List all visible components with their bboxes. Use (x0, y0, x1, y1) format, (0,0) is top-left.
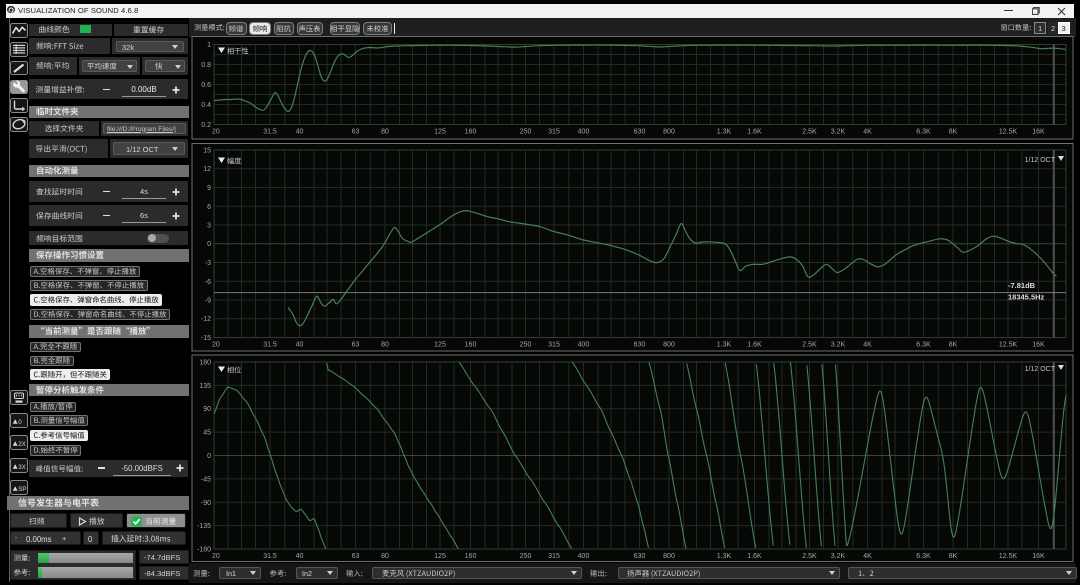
svg-text:135: 135 (199, 383, 211, 390)
svg-text:160: 160 (465, 553, 477, 560)
svg-text:80: 80 (381, 553, 389, 560)
svg-text:1.6K: 1.6K (747, 553, 762, 560)
svg-text:12.5K: 12.5K (999, 553, 1018, 560)
svg-text:1.3K: 1.3K (717, 553, 732, 560)
svg-text:250: 250 (520, 553, 532, 560)
svg-text:45: 45 (203, 430, 211, 437)
svg-text:40: 40 (296, 553, 304, 560)
svg-text:-180: -180 (197, 547, 211, 554)
svg-text:-45: -45 (201, 476, 211, 483)
svg-text:8K: 8K (949, 553, 958, 560)
svg-text:180: 180 (199, 360, 211, 367)
svg-text:16K: 16K (1032, 553, 1045, 560)
svg-text:630: 630 (634, 553, 646, 560)
svg-text:3.2K: 3.2K (831, 553, 846, 560)
svg-text:2.5K: 2.5K (802, 553, 817, 560)
svg-text:31.5: 31.5 (263, 553, 277, 560)
svg-text:4K: 4K (863, 553, 872, 560)
svg-text:0: 0 (207, 453, 211, 460)
svg-text:125: 125 (434, 553, 446, 560)
svg-text:20: 20 (212, 553, 220, 560)
svg-text:6.3K: 6.3K (916, 553, 931, 560)
svg-text:400: 400 (578, 553, 590, 560)
svg-text:-135: -135 (197, 523, 211, 530)
svg-text:1/12 OCT: 1/12 OCT (1025, 366, 1056, 373)
svg-text:90: 90 (203, 406, 211, 413)
svg-text:315: 315 (548, 553, 560, 560)
svg-text:-90: -90 (201, 500, 211, 507)
svg-text:63: 63 (352, 553, 360, 560)
svg-text:800: 800 (663, 553, 675, 560)
